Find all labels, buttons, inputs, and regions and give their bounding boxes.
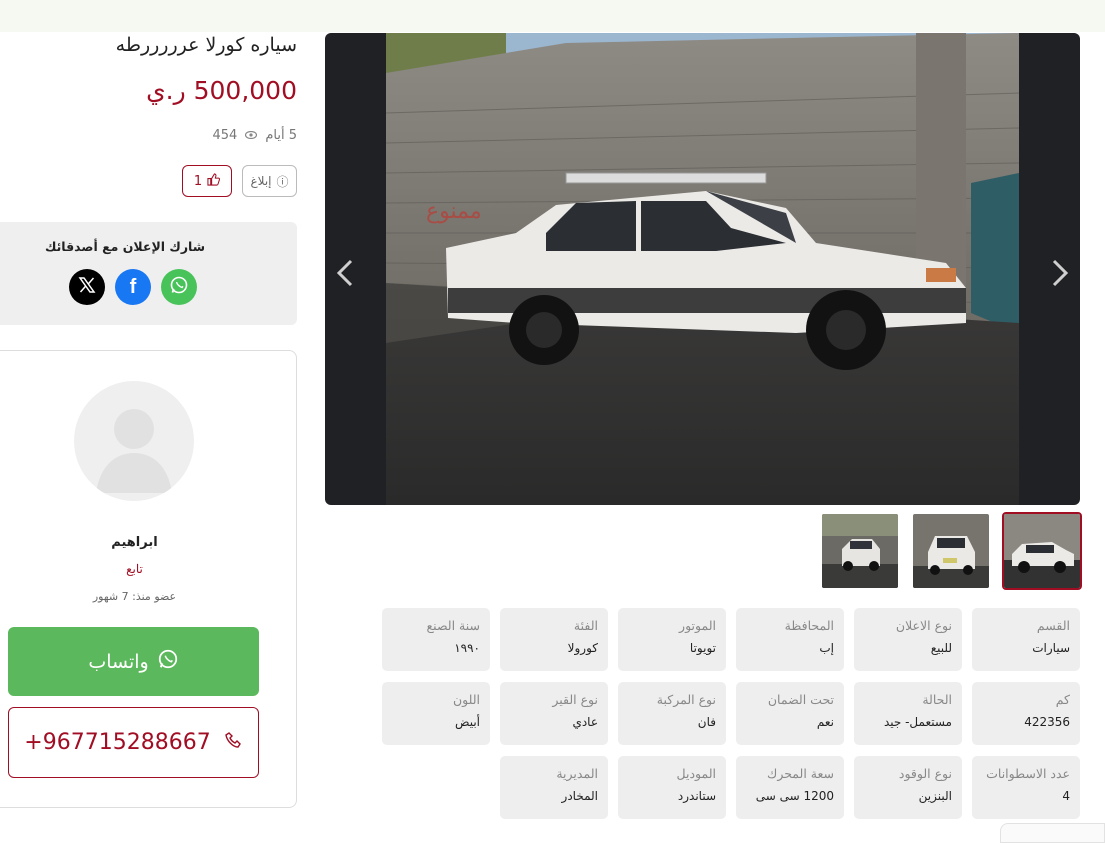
spec-card: الموديل ستاندرد bbox=[618, 756, 726, 819]
spec-value: للبيع bbox=[930, 641, 952, 655]
like-count: 1 bbox=[193, 173, 203, 189]
seller-card: ابراهيم تابع عضو منذ: 7 شهور واتساب +967… bbox=[0, 350, 297, 808]
spec-value: المخادر bbox=[561, 789, 598, 803]
spec-value: كورولا bbox=[567, 641, 598, 655]
spec-label: سنة الصنع bbox=[426, 618, 480, 633]
spec-label: نوع المركبة bbox=[656, 692, 716, 707]
main-photo[interactable]: ممنوع bbox=[386, 33, 1019, 505]
spec-label: الموديل bbox=[676, 766, 716, 781]
phone-icon bbox=[224, 730, 243, 755]
member-since: عضو منذ: 7 شهور bbox=[92, 590, 177, 603]
whatsapp-icon bbox=[157, 648, 179, 675]
share-panel: شارك الإعلان مع أصدقائك f bbox=[0, 222, 297, 325]
posted-time: 5 أيام bbox=[265, 128, 297, 143]
spec-card: نوع القير عادي bbox=[500, 682, 608, 745]
spec-value: سيارات bbox=[1032, 641, 1070, 655]
spec-label: عدد الاسطوانات bbox=[986, 766, 1070, 781]
spec-card: المحافظة إب bbox=[736, 608, 844, 671]
call-button[interactable]: +967715288667 bbox=[8, 707, 259, 778]
spec-card: نوع الاعلان للبيع bbox=[854, 608, 962, 671]
listing-price: 500,000 ر.ي bbox=[146, 76, 297, 105]
spec-value: نعم bbox=[816, 715, 834, 729]
avatar bbox=[74, 381, 194, 501]
spec-card: سنة الصنع ١٩٩٠ bbox=[382, 608, 490, 671]
spec-card: تحت الضمان نعم bbox=[736, 682, 844, 745]
eye-icon bbox=[245, 128, 258, 143]
image-gallery: ممنوع bbox=[325, 33, 1080, 505]
facebook-icon: f bbox=[129, 275, 137, 298]
like-button[interactable]: 1 bbox=[182, 165, 232, 197]
spec-value: ستاندرد bbox=[677, 789, 716, 803]
spec-value: 422356 bbox=[1024, 715, 1070, 729]
share-title: شارك الإعلان مع أصدقائك bbox=[44, 239, 206, 254]
next-image-button[interactable] bbox=[1044, 253, 1076, 293]
spec-label: الفئة bbox=[573, 618, 598, 633]
spec-card: كم 422356 bbox=[972, 682, 1080, 745]
spec-card: نوع الوقود البنزين bbox=[854, 756, 962, 819]
whatsapp-contact-button[interactable]: واتساب bbox=[8, 627, 259, 696]
spec-label: نوع الاعلان bbox=[895, 618, 952, 633]
listing-title: سياره كورلا عرررررطه bbox=[115, 34, 297, 56]
spec-card: الفئة كورولا bbox=[500, 608, 608, 671]
spec-value: فان bbox=[697, 715, 716, 729]
spec-value: تويوتا bbox=[689, 641, 716, 655]
whatsapp-label: واتساب bbox=[88, 650, 149, 673]
spec-value: عادي bbox=[572, 715, 598, 729]
spec-label: الموتور bbox=[679, 618, 716, 633]
spec-value: 4 bbox=[1062, 789, 1070, 803]
thumbnail-2[interactable] bbox=[911, 512, 991, 590]
spec-value: أبيض bbox=[455, 715, 480, 729]
spec-card: الموتور تويوتا bbox=[618, 608, 726, 671]
spec-label: المحافظة bbox=[784, 618, 834, 633]
whatsapp-share-button[interactable] bbox=[161, 269, 197, 305]
spec-label: نوع القير bbox=[552, 692, 598, 707]
spec-label: تحت الضمان bbox=[767, 692, 834, 707]
spec-label: سعة المحرك bbox=[767, 766, 834, 781]
spec-card: اللون أبيض bbox=[382, 682, 490, 745]
phone-number: +967715288667 bbox=[24, 730, 211, 755]
spec-label: الحالة bbox=[922, 692, 952, 707]
spec-label: كم bbox=[1055, 692, 1070, 707]
floating-widget[interactable] bbox=[1000, 823, 1105, 843]
spec-value: البنزين bbox=[918, 789, 952, 803]
spec-label: اللون bbox=[452, 692, 480, 707]
whatsapp-icon bbox=[169, 275, 189, 299]
report-label: إبلاغ bbox=[250, 174, 272, 188]
thumbs-up-icon bbox=[207, 172, 221, 190]
thumbnail-3[interactable] bbox=[820, 512, 900, 590]
spec-value: ١٩٩٠ bbox=[454, 641, 480, 655]
listing-meta: 5 أيام 454 bbox=[213, 128, 297, 143]
spec-label: المديرية bbox=[556, 766, 598, 781]
x-icon bbox=[78, 276, 96, 298]
svg-text:ممنوع: ممنوع bbox=[426, 199, 482, 224]
view-count: 454 bbox=[212, 128, 238, 143]
listing-actions: ⓘ إبلاغ 1 bbox=[182, 165, 297, 197]
spec-card: الحالة مستعمل- جيد bbox=[854, 682, 962, 745]
spec-card: سعة المحرك 1200 سى سى bbox=[736, 756, 844, 819]
spec-label: نوع الوقود bbox=[898, 766, 952, 781]
spec-card: نوع المركبة فان bbox=[618, 682, 726, 745]
thumbnail-1[interactable] bbox=[1002, 512, 1082, 590]
prev-image-button[interactable] bbox=[329, 253, 361, 293]
spec-value: إب bbox=[819, 641, 834, 655]
alert-icon: ⓘ bbox=[276, 174, 289, 189]
spec-card: القسم سيارات bbox=[972, 608, 1080, 671]
report-button[interactable]: ⓘ إبلاغ bbox=[242, 165, 297, 197]
spec-value: 1200 سى سى bbox=[755, 789, 834, 803]
spec-label: القسم bbox=[1036, 618, 1070, 633]
spec-card: المديرية المخادر bbox=[500, 756, 608, 819]
spec-value: مستعمل- جيد bbox=[883, 715, 952, 729]
top-strip bbox=[0, 0, 1105, 32]
seller-role: تابع bbox=[126, 562, 143, 576]
spec-card: عدد الاسطوانات 4 bbox=[972, 756, 1080, 819]
thumbnail-strip bbox=[820, 512, 1082, 590]
seller-name: ابراهيم bbox=[111, 535, 158, 550]
facebook-share-button[interactable]: f bbox=[115, 269, 151, 305]
x-share-button[interactable] bbox=[69, 269, 105, 305]
